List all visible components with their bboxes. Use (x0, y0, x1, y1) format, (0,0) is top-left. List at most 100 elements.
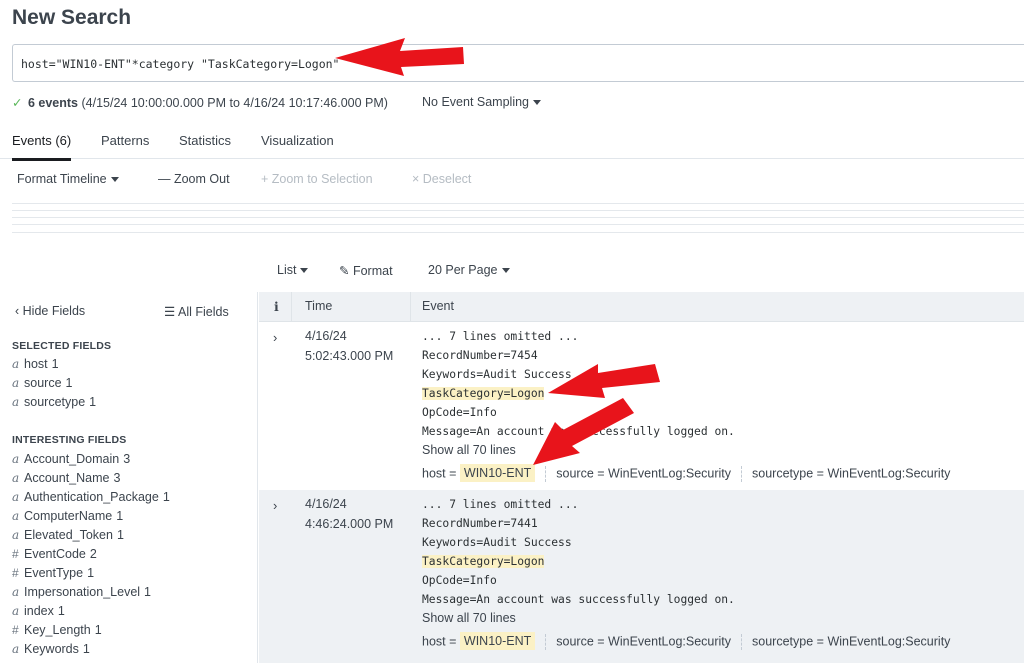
event-count: 6 events (27, 96, 78, 110)
string-type-icon: a (12, 642, 20, 656)
time-column-header[interactable]: Time (305, 299, 332, 313)
field-count: 1 (89, 395, 97, 409)
field-item[interactable]: a index 1 (12, 604, 65, 618)
list-icon: ☰ (164, 305, 176, 319)
chevron-right-icon[interactable]: › (273, 498, 277, 513)
field-item[interactable]: a source 1 (12, 376, 72, 390)
timeline-toolbar: Format Timeline — Zoom Out + Zoom to Sel… (0, 160, 1024, 196)
field-item[interactable]: a Account_Domain 3 (12, 452, 130, 466)
field-count: 1 (51, 357, 59, 371)
timeline-gridline (12, 203, 1024, 204)
deselect-button[interactable]: × Deselect (412, 172, 471, 186)
tab-visualization[interactable]: Visualization (261, 133, 334, 148)
list-view-dropdown[interactable]: List (277, 263, 309, 277)
field-count: 1 (87, 566, 95, 580)
field-name: source (24, 376, 62, 390)
search-input[interactable]: host="WIN10-ENT"*category "TaskCategory=… (12, 44, 1024, 82)
field-item[interactable]: a sourcetype 1 (12, 395, 96, 409)
numeric-type-icon: # (12, 547, 19, 561)
event-line-highlight: TaskCategory=Logon (422, 387, 545, 400)
all-fields-label: All Fields (178, 305, 229, 319)
fields-sidebar: ‹ Hide Fields ☰ All Fields SELECTED FIEL… (0, 292, 258, 663)
source-label: source = (556, 466, 605, 481)
lines-omitted[interactable]: ... 7 lines omitted ... (422, 495, 735, 514)
field-item[interactable]: # EventType 1 (12, 566, 94, 580)
field-item[interactable]: a ComputerName 1 (12, 509, 123, 523)
timeline-chart[interactable] (12, 198, 1024, 234)
event-raw: ... 7 lines omitted ... RecordNumber=744… (422, 495, 735, 628)
source-value[interactable]: WinEventLog:Security (608, 634, 731, 648)
field-count: 1 (82, 642, 90, 656)
numeric-type-icon: # (12, 566, 19, 580)
field-count: 1 (144, 585, 151, 599)
field-name: Account_Domain (24, 452, 120, 466)
timeline-gridline (12, 210, 1024, 211)
string-type-icon: a (12, 376, 20, 390)
field-item[interactable]: # Key_Length 1 (12, 623, 102, 637)
field-name: EventType (24, 566, 84, 580)
field-name: Account_Name (24, 471, 110, 485)
field-name: Authentication_Package (24, 490, 159, 504)
event-line: OpCode=Info (422, 574, 497, 587)
field-item[interactable]: a Impersonation_Level 1 (12, 585, 151, 599)
sourcetype-value[interactable]: WinEventLog:Security (827, 634, 950, 648)
show-all-lines-link[interactable]: Show all 70 lines (422, 609, 735, 628)
event-line: Message=An account was successfully logg… (422, 593, 735, 606)
format-timeline-button[interactable]: Format Timeline (17, 172, 119, 186)
source-value[interactable]: WinEventLog:Security (608, 466, 731, 480)
field-name: Elevated_Token (24, 528, 113, 542)
event-line: RecordNumber=7441 (422, 517, 538, 530)
host-value[interactable]: WIN10-ENT (459, 464, 536, 483)
all-fields-button[interactable]: ☰ All Fields (164, 304, 229, 319)
string-type-icon: a (12, 604, 20, 618)
event-sampling-label: No Event Sampling (422, 95, 530, 109)
string-type-icon: a (12, 395, 20, 409)
format-button[interactable]: ✎ Format (339, 263, 393, 278)
search-status: ✓ 6 events (4/15/24 10:00:00.000 PM to 4… (12, 95, 388, 110)
event-line-highlight: TaskCategory=Logon (422, 555, 545, 568)
search-query-text[interactable]: host="WIN10-ENT"*category "TaskCategory=… (21, 57, 340, 71)
field-name: Keywords (24, 642, 79, 656)
event-time: 5:02:43.000 PM (305, 349, 394, 363)
field-item[interactable]: a Authentication_Package 1 (12, 490, 170, 504)
event-sampling-dropdown[interactable]: No Event Sampling (422, 95, 542, 109)
show-all-lines-link[interactable]: Show all 70 lines (422, 441, 735, 460)
event-time: 4:46:24.000 PM (305, 517, 394, 531)
field-item[interactable]: # EventCode 2 (12, 547, 97, 561)
field-count: 1 (57, 604, 65, 618)
format-label: Format (352, 264, 393, 278)
zoom-to-selection-button[interactable]: + Zoom to Selection (261, 172, 373, 186)
field-count: 2 (89, 547, 97, 561)
tab-events[interactable]: Events (6) (12, 133, 72, 161)
field-item[interactable]: a Keywords 1 (12, 642, 90, 656)
sourcetype-value[interactable]: WinEventLog:Security (827, 466, 950, 480)
event-date: 4/16/24 (305, 329, 347, 343)
field-item[interactable]: a host 1 (12, 357, 59, 371)
field-count: 1 (116, 509, 124, 523)
caret-down-icon (110, 177, 119, 183)
string-type-icon: a (12, 528, 20, 542)
field-count: 3 (123, 452, 131, 466)
event-date: 4/16/24 (305, 497, 347, 511)
field-item[interactable]: a Account_Name 3 (12, 471, 120, 485)
string-type-icon: a (12, 509, 20, 523)
tab-patterns[interactable]: Patterns (101, 133, 149, 148)
tab-statistics[interactable]: Statistics (179, 133, 231, 148)
event-raw: ... 7 lines omitted ... RecordNumber=745… (422, 327, 735, 460)
lines-omitted[interactable]: ... 7 lines omitted ... (422, 327, 735, 346)
table-row: › 4/16/24 4:46:24.000 PM ... 7 lines omi… (259, 490, 1024, 663)
field-count: 1 (116, 528, 124, 542)
chevron-right-icon[interactable]: › (273, 330, 277, 345)
hide-fields-button[interactable]: ‹ Hide Fields (15, 304, 85, 318)
zoom-out-button[interactable]: — Zoom Out (158, 172, 230, 186)
field-name: Key_Length (24, 623, 91, 637)
host-value[interactable]: WIN10-ENT (459, 632, 536, 651)
caret-down-icon (300, 268, 309, 274)
numeric-type-icon: # (12, 623, 19, 637)
field-name: EventCode (24, 547, 86, 561)
field-count: 1 (162, 490, 170, 504)
field-item[interactable]: a Elevated_Token 1 (12, 528, 124, 542)
time-range: (4/15/24 10:00:00.000 PM to 4/16/24 10:1… (81, 96, 388, 110)
host-label: host = (422, 634, 457, 649)
per-page-dropdown[interactable]: 20 Per Page (428, 263, 510, 277)
